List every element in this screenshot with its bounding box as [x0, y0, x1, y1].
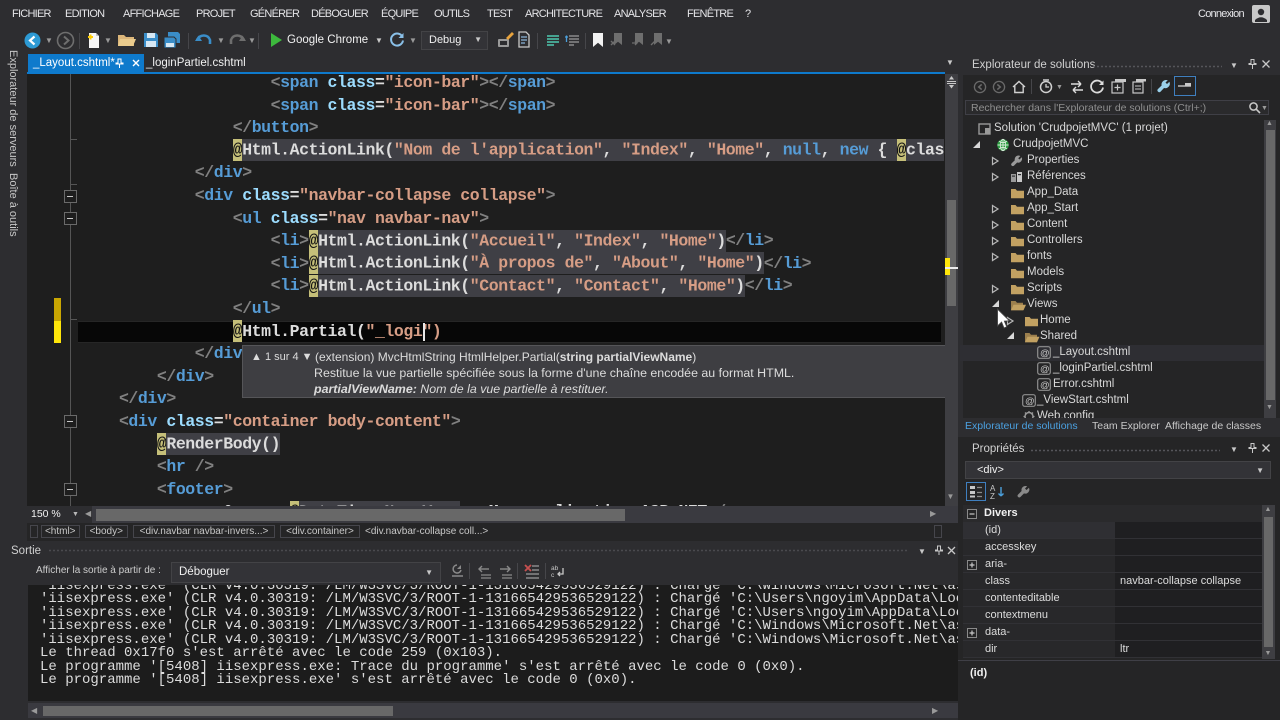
svg-text:@: @ [1040, 380, 1050, 391]
svg-text:@: @ [1040, 348, 1050, 359]
svg-text:c: c [551, 572, 555, 579]
svg-text:Z: Z [990, 492, 995, 499]
svg-text:ab: ab [551, 565, 559, 572]
svg-text:@: @ [1040, 364, 1050, 375]
svg-text:@: @ [1025, 396, 1035, 407]
